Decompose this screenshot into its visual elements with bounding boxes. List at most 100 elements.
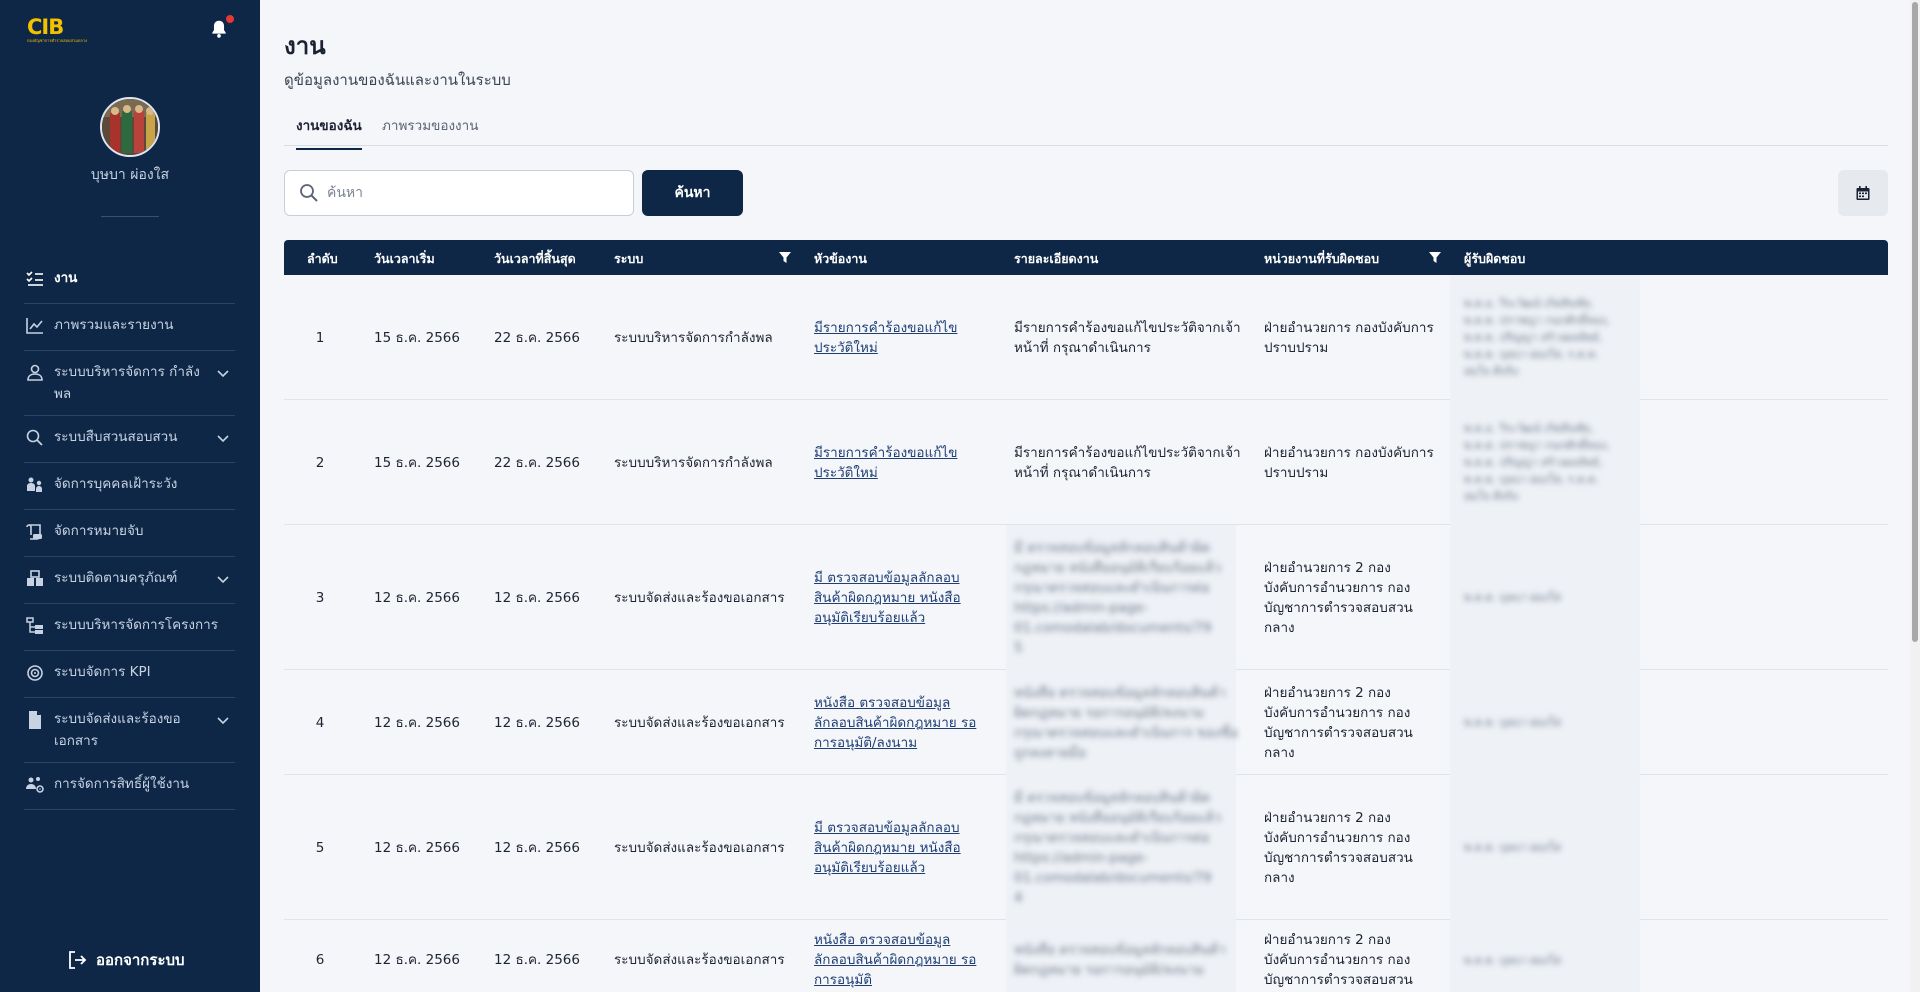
cell-line: มี ตรวจสอบข้อมูลลักลอบสินค้าผิด [1014,790,1211,806]
cib-logo[interactable]: CIB กองบัญชาการตำรวจสอบสวนกลาง [27,15,87,44]
cell-unit: ฝ่ายอำนวยการ กองบังคับการ ปราบปราม [1264,318,1434,358]
table-body: 1 15 ธ.ค. 2566 22 ธ.ค. 2566 ระบบบริหารจัดกา… [284,275,1888,992]
calendar-button[interactable] [1838,170,1888,216]
cell-line: บังคับการอำนวยการ กอง [1264,952,1411,968]
sidebar-item-overview-report[interactable]: ภาพรวมและรายงาน [24,304,235,351]
cell-unit: ฝ่ายอำนวยการ 2 กอง บังคับการอำนวยการ กองบ… [1264,930,1413,990]
cell-line: ผิดกฎหมาย รอการอนุมัติ/ลงนาม [1014,962,1204,978]
cell-line: ฝ่ายอำนวยการ 2 กอง [1264,685,1391,701]
cell-line: พ.ต.ต. ปราชญา กนกศักดิ์ทอง, [1464,314,1610,327]
sidebar-item-tasks[interactable]: งาน [24,257,235,304]
target-icon [27,665,43,681]
sidebar-item-label: จัดการหมายจับ [54,523,144,539]
cell-line: กลาง [1264,620,1295,636]
cell-line[interactable]: การอนุมัติ [814,970,976,990]
cell-topic[interactable]: มี ตรวจสอบข้อมูลลักลอบ สินค้าผิดกฎหมาย หน… [814,568,961,628]
filter-icon[interactable] [778,250,792,264]
tab-bar: งานของฉัน ภาพรวมของงาน [284,108,1888,150]
cell-line[interactable]: อนุมัติเรียบร้อยแล้ว [814,608,961,628]
search-button[interactable]: ค้นหา [642,170,743,216]
logout-button[interactable]: ออกจากระบบ [66,948,185,972]
cell-line: บัญชาการตำรวจสอบสวน [1264,725,1413,741]
cell-line[interactable]: ลักลอบสินค้าผิดกฎหมาย รอ [814,950,976,970]
cell-detail: หนังสือ ตรวจสอบข้อมูลลักลอบสินค้า ผิดกฎหม… [1014,940,1226,980]
tab-my-tasks[interactable]: งานของฉัน [296,114,362,150]
cell-line: ผิดกฎหมาย รอการอนุมัติ/ลงนาม [1014,705,1204,721]
cell-line[interactable]: มี ตรวจสอบข้อมูลลักลอบ [814,568,961,588]
logo-text: CIB [27,15,64,39]
sidebar-item-asset-tracking[interactable]: ระบบติดตามครุภัณฑ์ [24,557,235,604]
search-input[interactable] [327,185,627,201]
project-tree-icon [26,617,43,634]
cell-topic[interactable]: มีรายการคำร้องขอแก้ไข ประวัติใหม่ [814,443,957,483]
cell-line: 4 [1014,890,1023,906]
cell-line[interactable]: ประวัติใหม่ [814,338,957,358]
table-row[interactable]: 6 12 ธ.ค. 2566 12 ธ.ค. 2566 ระบบจัดส่งและร้… [284,920,1888,992]
column-header-detail: รายละเอียดงาน [1014,251,1099,266]
cell-topic[interactable]: หนังสือ ตรวจสอบข้อมูล ลักลอบสินค้าผิดกฎหม… [814,930,976,990]
sidebar-item-investigation[interactable]: ระบบสืบสวนสอบสวน [24,416,235,463]
sidebar-item-warrant[interactable]: จัดการหมายจับ [24,510,235,557]
cell-no: 1 [315,330,325,346]
cell-line: ฝ่ายอำนวยการ 2 กอง [1264,560,1391,576]
cell-line[interactable]: มีรายการคำร้องขอแก้ไข [814,318,957,338]
cell-detail: มี ตรวจสอบข้อมูลลักลอบสินค้าผิด กฎหมาย หน… [1014,538,1221,658]
cell-line: กลาง [1264,745,1295,761]
filter-icon[interactable] [1428,250,1442,264]
cell-line: https://admin-page- [1014,850,1149,866]
cell-unit: ฝ่ายอำนวยการ 2 กอง บังคับการอำนวยการ กองบ… [1264,558,1413,638]
table-header: ลำดับ วันเวลาเริ่ม วันเวลาที่สิ้นสุด ระบ… [284,240,1888,275]
cell-line[interactable]: หนังสือ ตรวจสอบข้อมูล [814,930,976,950]
cell-line[interactable]: อนุมัติเรียบร้อยแล้ว [814,858,961,878]
table-row[interactable]: 4 12 ธ.ค. 2566 12 ธ.ค. 2566 ระบบจัดส่งและร้… [284,670,1888,775]
sidebar-item-label: การจัดการสิทธิ์ผู้ใช้งาน [54,776,190,792]
cell-end: 22 ธ.ค. 2566 [494,330,580,346]
cell-line: บัญชาการตำรวจสอบสวน [1264,972,1413,988]
cell-no: 5 [315,840,325,856]
cell-end: 12 ธ.ค. 2566 [494,840,580,856]
scrollbar-thumb[interactable] [1912,2,1918,642]
cell-line: กลาง [1264,870,1295,886]
table-row[interactable]: 1 15 ธ.ค. 2566 22 ธ.ค. 2566 ระบบบริหารจัดกา… [284,275,1888,400]
sidebar-item-personnel[interactable]: ระบบบริหารจัดการ กำลังพล [24,351,235,416]
cell-line[interactable]: การอนุมัติ/ลงนาม [814,733,976,753]
cell-line: ฝ่ายอำนวยการ กองบังคับการ [1264,445,1434,461]
sidebar-item-user-permissions[interactable]: การจัดการสิทธิ์ผู้ใช้งาน [24,763,235,810]
cell-line[interactable]: หนังสือ ตรวจสอบข้อมูล [814,693,976,713]
cell-topic[interactable]: มี ตรวจสอบข้อมูลลักลอบ สินค้าผิดกฎหมาย หน… [814,818,961,878]
cell-line[interactable]: ประวัติใหม่ [814,463,957,483]
sidebar-item-project[interactable]: ระบบบริหารจัดการโครงการ [24,604,235,651]
cell-line: หนังสือ ตรวจสอบข้อมูลลักลอบสินค้า [1014,685,1226,701]
profile-divider [101,216,159,217]
cell-start: 12 ธ.ค. 2566 [374,590,460,606]
page-subtitle: ดูข้อมูลงานของฉันและงานในระบบ [284,71,511,89]
sidebar-item-watchlist[interactable]: จัดการบุคคลเฝ้าระวัง [24,463,235,510]
cell-line[interactable]: มีรายการคำร้องขอแก้ไข [814,443,957,463]
cell-line[interactable]: มี ตรวจสอบข้อมูลลักลอบ [814,818,961,838]
cell-owner: พ.ต.อ. วีระวัฒน์ เกิดสินชัย, พ.ต.ต. ปราชญ… [1464,295,1609,380]
tab-task-overview[interactable]: ภาพรวมของงาน [382,114,478,148]
table-row[interactable]: 3 12 ธ.ค. 2566 12 ธ.ค. 2566 ระบบจัดส่งและร้… [284,525,1888,670]
cell-unit: ฝ่ายอำนวยการ 2 กอง บังคับการอำนวยการ กองบ… [1264,808,1413,888]
cell-line: บังคับการอำนวยการ กอง [1264,580,1411,596]
avatar[interactable] [100,97,160,157]
table-row[interactable]: 5 12 ธ.ค. 2566 12 ธ.ค. 2566 ระบบจัดส่งและร้… [284,775,1888,920]
cell-system: ระบบจัดส่งและร้องขอเอกสาร [614,952,785,968]
cell-topic[interactable]: มีรายการคำร้องขอแก้ไข ประวัติใหม่ [814,318,957,358]
cell-line: พ.ต.ต. บุษบา ผ่องใส, ร.ต.ต. [1464,473,1599,486]
sidebar-item-label: ระบบบริหารจัดการ กำลังพล [54,364,200,402]
cell-line[interactable]: ลักลอบสินค้าผิดกฎหมาย รอ [814,713,976,733]
cell-topic[interactable]: หนังสือ ตรวจสอบข้อมูล ลักลอบสินค้าผิดกฎหม… [814,693,976,753]
boxes-icon [27,570,43,586]
cell-line[interactable]: สินค้าผิดกฎหมาย หนังสือ [814,588,961,608]
page-scrollbar[interactable] [1910,0,1920,992]
logout-icon [69,951,87,969]
search-field[interactable] [284,170,634,216]
calendar-icon [1856,186,1870,200]
sidebar-item-kpi[interactable]: ระบบจัดการ KPI [24,651,235,698]
table-row[interactable]: 2 15 ธ.ค. 2566 22 ธ.ค. 2566 ระบบบริหารจัดกา… [284,400,1888,525]
sidebar-item-documents[interactable]: ระบบจัดส่งและร้องขอ เอกสาร [24,698,235,763]
page-title: งาน [284,32,326,60]
column-header-unit: หน่วยงานที่รับผิดชอบ [1264,251,1380,266]
cell-line[interactable]: สินค้าผิดกฎหมาย หนังสือ [814,838,961,858]
